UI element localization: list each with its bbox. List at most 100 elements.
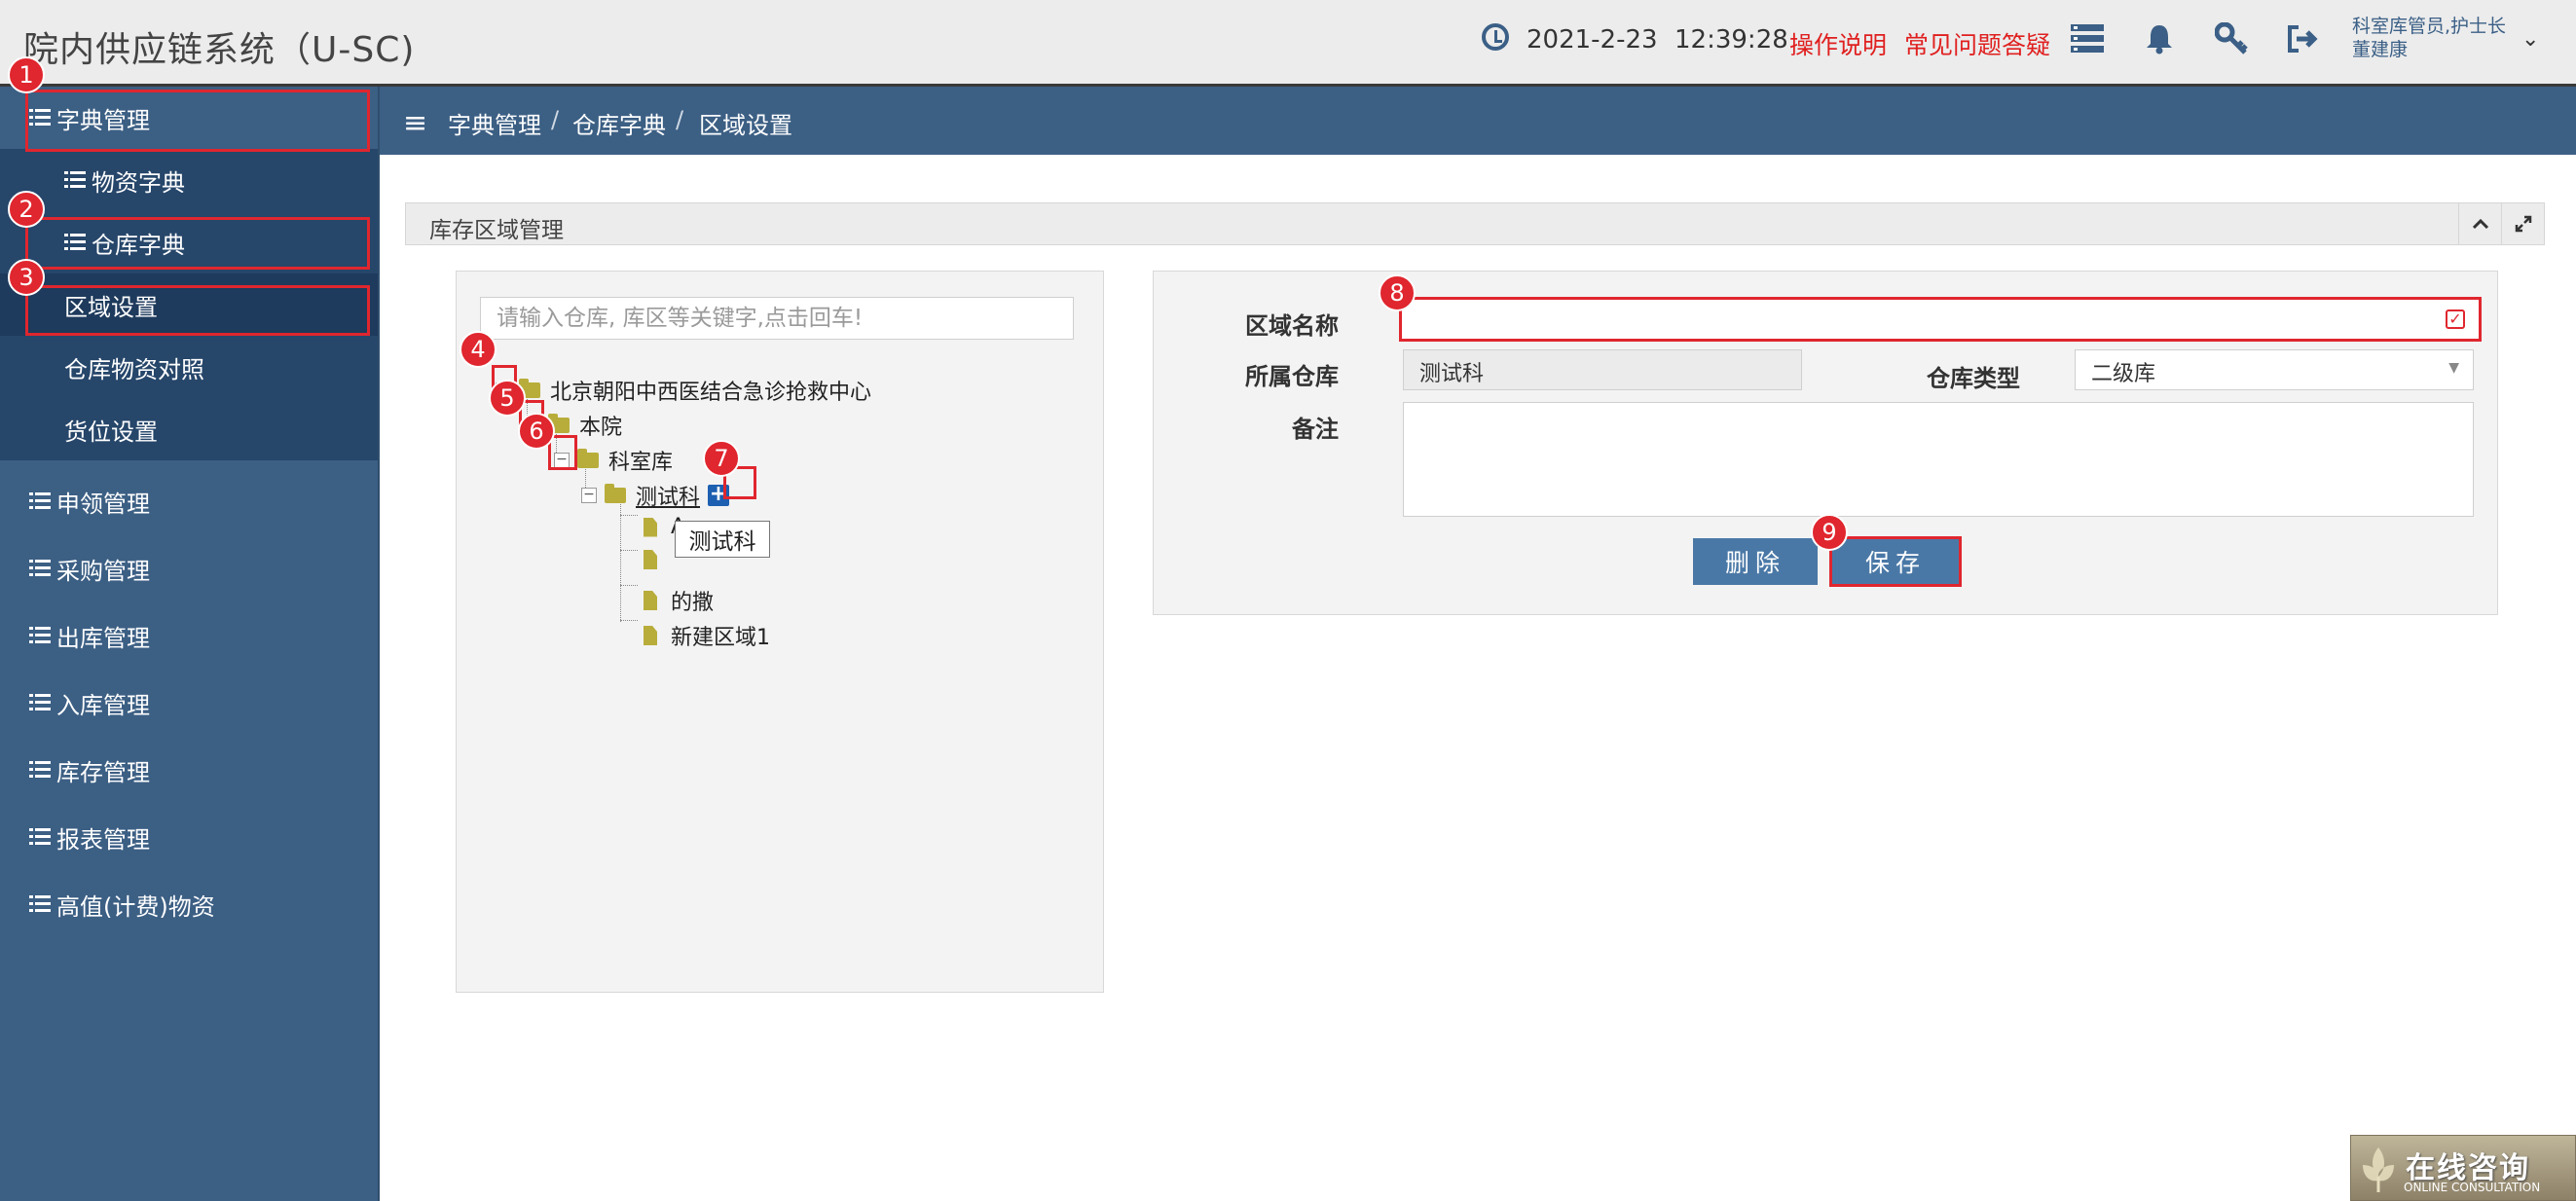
- area-name-label: 区域名称: [1245, 312, 1339, 340]
- tree-node-label[interactable]: 测试科: [636, 480, 700, 511]
- sidebar-item-requisition[interactable]: 申领管理: [0, 470, 378, 532]
- menu-stack-icon[interactable]: [2068, 19, 2107, 58]
- file-icon: [644, 626, 657, 645]
- sidebar-item-label: 物资字典: [92, 168, 185, 197]
- annotation-badge: 2: [8, 191, 45, 228]
- annotation-badge: 8: [1379, 274, 1416, 311]
- sidebar-item-label: 报表管理: [56, 825, 150, 854]
- annotation-box: [25, 285, 370, 336]
- annotation-badge: 6: [518, 413, 555, 450]
- user-role: 科室库管员,护士长: [2352, 16, 2507, 37]
- annotation-badge: 4: [460, 331, 497, 368]
- list-icon: [29, 560, 51, 577]
- sidebar-item-warehouse-material-map[interactable]: 仓库物资对照: [0, 336, 378, 398]
- collapse-icon[interactable]: [2458, 203, 2502, 244]
- breadcrumb-separator: /: [676, 106, 684, 133]
- top-header: 院内供应链系统（U-SC) 2021-2-23 12:39:28 操作说明 常见…: [0, 0, 2576, 87]
- sidebar-item-label: 库存管理: [56, 758, 150, 786]
- warehouse-type-value: 二级库: [2091, 362, 2156, 386]
- warehouse-label: 所属仓库: [1245, 363, 1339, 390]
- annotation-badge: 3: [8, 259, 45, 296]
- tree-node-label[interactable]: 的撒: [671, 585, 714, 616]
- tree-connector: [620, 620, 638, 621]
- tree-node-area[interactable]: 的撒: [644, 585, 714, 616]
- file-icon: [644, 517, 657, 537]
- sidebar: 字典管理 物资字典 仓库字典 区域设置 仓库物资对照 货位设置 申领管理 采购管…: [0, 87, 380, 1201]
- breadcrumb-item-current: 区域设置: [699, 112, 792, 139]
- online-consultation-button[interactable]: 在线咨询 ONLINE CONSULTATION: [2350, 1135, 2576, 1201]
- sidebar-item-inventory[interactable]: 库存管理: [0, 739, 378, 801]
- remark-label: 备注: [1292, 416, 1339, 443]
- sidebar-item-high-value[interactable]: 高值(计费)物资: [0, 873, 378, 935]
- sidebar-item-location-settings[interactable]: 货位设置: [0, 398, 378, 460]
- tree-node-area[interactable]: [644, 550, 671, 569]
- tree-node-root[interactable]: − 北京朝阳中西医结合急诊抢救中心: [496, 375, 871, 406]
- tree-search-input[interactable]: [480, 297, 1074, 340]
- sidebar-item-label: 入库管理: [56, 691, 150, 719]
- tree-node-label[interactable]: 本院: [579, 410, 622, 441]
- tree-node-test-dept[interactable]: − 测试科 +: [581, 480, 730, 511]
- flower-icon: [2363, 1147, 2394, 1192]
- list-icon: [29, 895, 51, 913]
- list-icon: [29, 828, 51, 846]
- tree-node-area[interactable]: 新建区域1: [644, 620, 770, 651]
- list-icon: [29, 761, 51, 779]
- annotation-badge: 7: [703, 440, 740, 477]
- sidebar-item-inbound[interactable]: 入库管理: [0, 672, 378, 734]
- header-time: 12:39:28: [1674, 25, 1788, 55]
- tree-node-label[interactable]: 新建区域1: [671, 620, 770, 651]
- user-name: 董建康: [2352, 39, 2409, 60]
- warehouse-type-select[interactable]: 二级库 ▼: [2075, 349, 2474, 390]
- dropdown-arrow-icon: ▼: [2448, 360, 2459, 376]
- sidebar-item-purchase[interactable]: 采购管理: [0, 537, 378, 600]
- consult-label-en: ONLINE CONSULTATION: [2404, 1181, 2541, 1194]
- file-icon: [644, 550, 657, 569]
- file-icon: [644, 591, 657, 610]
- logout-icon[interactable]: [2284, 19, 2323, 58]
- sidebar-item-label: 高值(计费)物资: [56, 892, 215, 921]
- list-icon: [29, 694, 51, 711]
- help-link[interactable]: 操作说明: [1789, 26, 1887, 61]
- menu-icon[interactable]: ≡: [403, 106, 427, 140]
- area-name-input[interactable]: ✓: [1399, 297, 2482, 342]
- key-icon[interactable]: [2212, 19, 2251, 58]
- sidebar-item-label: 货位设置: [64, 418, 158, 446]
- annotation-box: [25, 217, 370, 270]
- delete-button[interactable]: 删除: [1693, 538, 1818, 585]
- sidebar-item-label: 申领管理: [56, 490, 150, 518]
- panel-title: 库存区域管理: [429, 218, 564, 243]
- area-form: 区域名称 ✓ 所属仓库 测试科 仓库类型 二级库 ▼ 备注 删除 保存: [1153, 271, 2498, 615]
- remark-textarea[interactable]: [1403, 402, 2474, 517]
- list-icon: [29, 627, 51, 644]
- warehouse-type-label: 仓库类型: [1927, 365, 2020, 392]
- tree-node-label[interactable]: 北京朝阳中西医结合急诊抢救中心: [550, 375, 871, 406]
- sidebar-item-outbound[interactable]: 出库管理: [0, 604, 378, 667]
- sidebar-item-reports[interactable]: 报表管理: [0, 806, 378, 868]
- sidebar-item-label: 出库管理: [56, 624, 150, 652]
- list-icon: [64, 171, 86, 189]
- faq-link[interactable]: 常见问题答疑: [1904, 26, 2050, 61]
- expand-icon[interactable]: [2501, 203, 2545, 244]
- breadcrumb-item[interactable]: 仓库字典: [572, 106, 666, 140]
- clock-icon: [1482, 23, 1509, 51]
- list-icon: [29, 492, 51, 510]
- header-date: 2021-2-23: [1527, 25, 1658, 55]
- breadcrumb: ≡ 字典管理 / 仓库字典 / 区域设置: [380, 87, 2576, 155]
- tree-connector: [620, 499, 621, 622]
- collapse-toggle-icon[interactable]: −: [581, 488, 597, 503]
- tree-connector: [620, 585, 638, 586]
- warehouse-field: 测试科: [1403, 349, 1802, 390]
- sidebar-item-label: 仓库物资对照: [64, 355, 204, 383]
- folder-open-icon: [577, 449, 599, 468]
- tree-connector: [620, 515, 638, 516]
- bell-icon[interactable]: [2140, 19, 2179, 58]
- tooltip: 测试科: [675, 521, 770, 558]
- tree-connector: [620, 550, 638, 551]
- annotation-badge: 9: [1811, 514, 1848, 551]
- annotation-badge: 1: [8, 56, 45, 93]
- sidebar-item-material-dict[interactable]: 物资字典: [0, 149, 378, 211]
- save-button[interactable]: 保存: [1829, 536, 1962, 587]
- breadcrumb-item[interactable]: 字典管理: [448, 106, 541, 140]
- tree-node-label[interactable]: 科室库: [608, 445, 673, 476]
- chevron-down-icon[interactable]: ⌄: [2521, 27, 2539, 52]
